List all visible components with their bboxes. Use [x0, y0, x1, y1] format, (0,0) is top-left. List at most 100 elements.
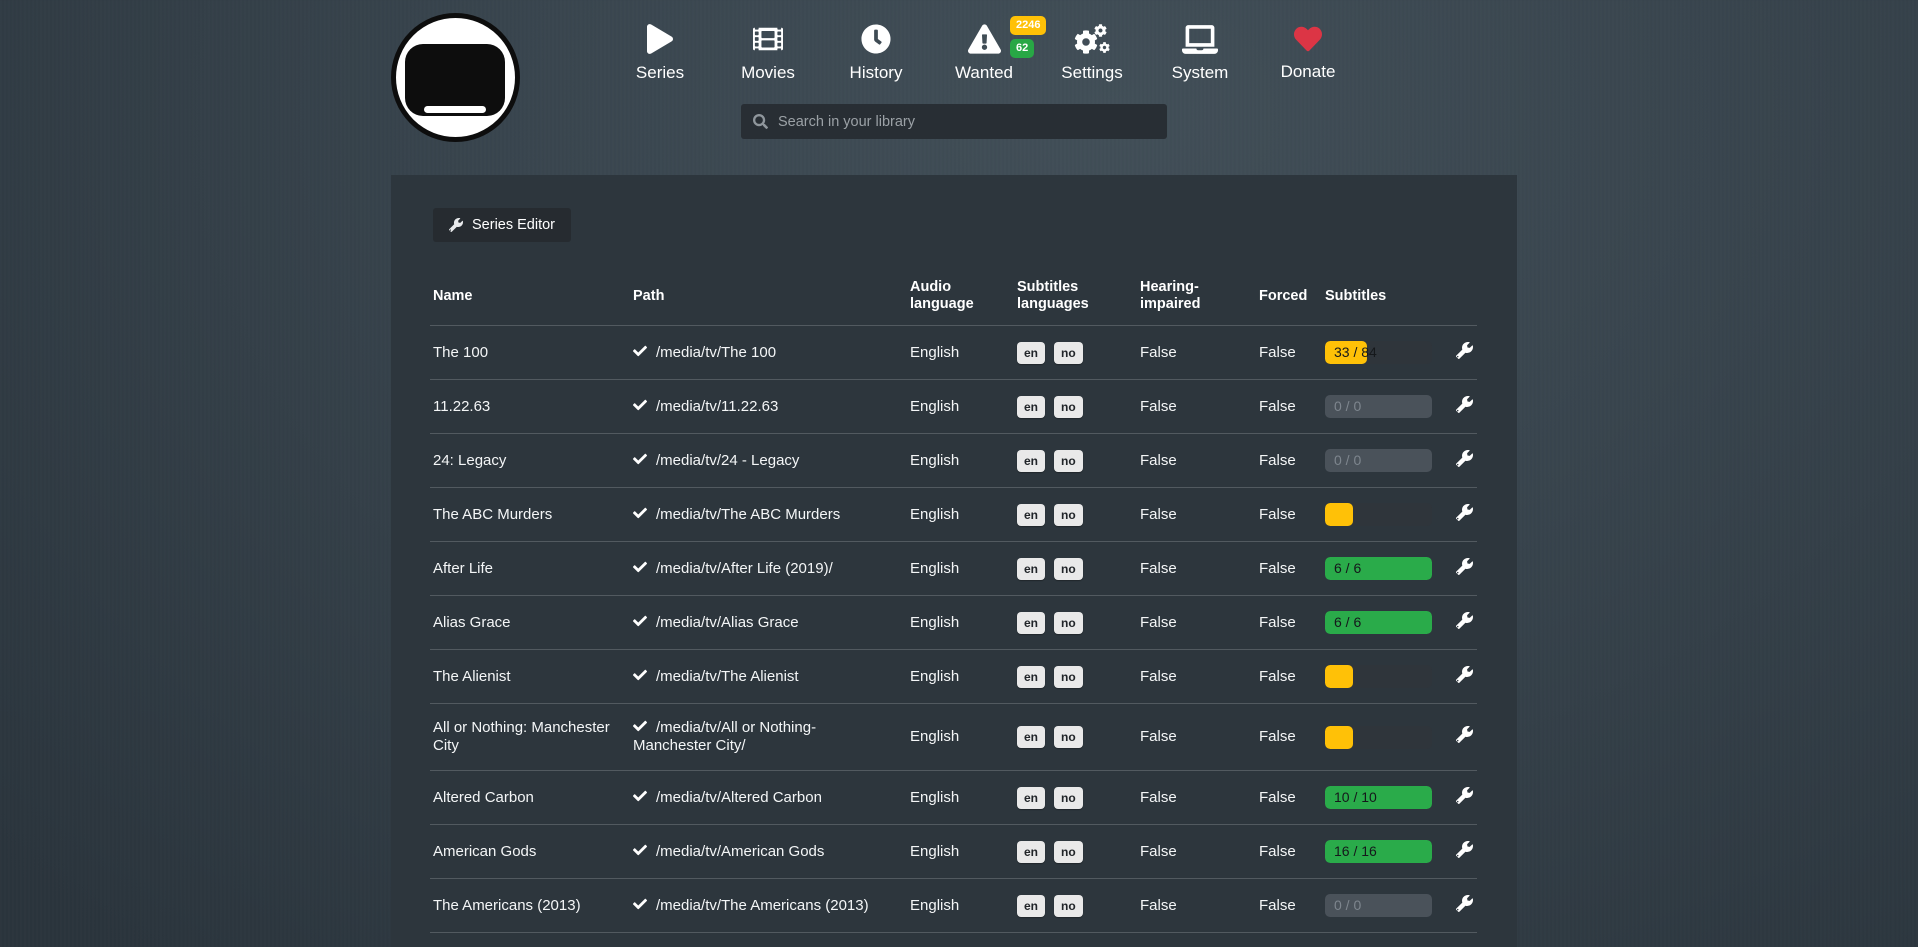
edit-wrench-icon[interactable]: [1456, 895, 1473, 912]
header-forced: Forced: [1256, 275, 1322, 326]
edit-wrench-icon[interactable]: [1456, 504, 1473, 521]
audio-language: English: [907, 488, 1014, 542]
nav-item-movies[interactable]: Movies: [714, 22, 822, 83]
table-row[interactable]: Alias Grace /media/tv/Alias Grace Englis…: [430, 596, 1477, 650]
check-icon: [633, 719, 647, 733]
series-name: The Americans (2013): [430, 879, 630, 933]
logo-tv-shape: [405, 44, 505, 116]
audio-language: English: [907, 933, 1014, 947]
language-badge: en: [1017, 450, 1045, 472]
nav-item-settings[interactable]: Settings: [1038, 22, 1146, 83]
hearing-impaired-value: False: [1137, 542, 1256, 596]
edit-wrench-icon[interactable]: [1456, 342, 1473, 359]
header-subtitles-languages: Subtitles languages: [1014, 275, 1137, 326]
subtitles-progress-fill: [1325, 665, 1353, 688]
table-row[interactable]: The Americans (2013) /media/tv/The Ameri…: [430, 879, 1477, 933]
language-badge: en: [1017, 396, 1045, 418]
table-row[interactable]: Altered Carbon /media/tv/Altered Carbon …: [430, 771, 1477, 825]
table-row[interactable]: The Alienist /media/tv/The Alienist Engl…: [430, 650, 1477, 704]
edit-wrench-icon[interactable]: [1456, 558, 1473, 575]
series-editor-button[interactable]: Series Editor: [433, 208, 571, 242]
check-icon: [633, 897, 647, 911]
subtitles-progress-label: 0 / 0: [1334, 449, 1361, 472]
nav-item-history[interactable]: History: [822, 22, 930, 83]
table-row[interactable]: 24: Legacy /media/tv/24 - Legacy English…: [430, 434, 1477, 488]
main-nav: Series Movies History Wanted 2246 62 Set…: [606, 22, 1362, 83]
warning-triangle-icon: [968, 22, 1001, 56]
table-row[interactable]: Another Life (2019) /media/tv/Another Li…: [430, 933, 1477, 947]
edit-wrench-icon[interactable]: [1456, 666, 1473, 683]
subtitles-progress-label: 6 / 6: [1334, 611, 1361, 634]
language-badge: no: [1054, 612, 1083, 634]
audio-language: English: [907, 380, 1014, 434]
edit-wrench-icon[interactable]: [1456, 396, 1473, 413]
edit-wrench-icon[interactable]: [1456, 726, 1473, 743]
edit-wrench-icon[interactable]: [1456, 841, 1473, 858]
search-input[interactable]: [778, 114, 1155, 130]
audio-language: English: [907, 879, 1014, 933]
nav-label: History: [822, 63, 930, 83]
subtitle-language-badges: enno: [1014, 488, 1137, 542]
audio-language: English: [907, 704, 1014, 771]
language-badge: no: [1054, 787, 1083, 809]
check-icon: [633, 452, 647, 466]
subtitles-progress-label: 16 / 16: [1334, 840, 1377, 863]
edit-wrench-icon[interactable]: [1456, 450, 1473, 467]
nav-item-wanted[interactable]: Wanted 2246 62: [930, 22, 1038, 83]
forced-value: False: [1256, 596, 1322, 650]
series-name: American Gods: [430, 825, 630, 879]
table-row[interactable]: After Life /media/tv/After Life (2019)/ …: [430, 542, 1477, 596]
language-badge: no: [1054, 726, 1083, 748]
nav-label: Settings: [1038, 63, 1146, 83]
forced-value: False: [1256, 488, 1322, 542]
table-row[interactable]: The 100 /media/tv/The 100 English enno F…: [430, 326, 1477, 380]
bazarr-logo[interactable]: [391, 13, 520, 142]
nav-item-series[interactable]: Series: [606, 22, 714, 83]
check-icon: [633, 560, 647, 574]
language-badge: no: [1054, 841, 1083, 863]
check-icon: [633, 843, 647, 857]
table-header-row: Name Path Audio language Subtitles langu…: [430, 275, 1477, 326]
play-icon: [647, 22, 673, 56]
hearing-impaired-value: False: [1137, 596, 1256, 650]
series-path: /media/tv/Alias Grace: [656, 614, 799, 631]
series-editor-label: Series Editor: [472, 217, 555, 233]
language-badge: en: [1017, 726, 1045, 748]
subtitles-progress: 6 / 6: [1325, 611, 1432, 634]
edit-wrench-icon[interactable]: [1456, 787, 1473, 804]
header-audio-language: Audio language: [907, 275, 1014, 326]
hearing-impaired-value: False: [1137, 380, 1256, 434]
language-badge: no: [1054, 450, 1083, 472]
subtitles-progress-label: 10 / 10: [1334, 786, 1377, 809]
edit-wrench-icon[interactable]: [1456, 612, 1473, 629]
language-badge: no: [1054, 342, 1083, 364]
hearing-impaired-value: False: [1137, 771, 1256, 825]
series-name: 11.22.63: [430, 380, 630, 434]
nav-item-donate[interactable]: Donate: [1254, 22, 1362, 83]
nav-label: Series: [606, 63, 714, 83]
nav-item-system[interactable]: System: [1146, 22, 1254, 83]
audio-language: English: [907, 825, 1014, 879]
table-row[interactable]: American Gods /media/tv/American Gods En…: [430, 825, 1477, 879]
subtitle-language-badges: enno: [1014, 326, 1137, 380]
table-row[interactable]: 11.22.63 /media/tv/11.22.63 English enno…: [430, 380, 1477, 434]
language-badge: no: [1054, 396, 1083, 418]
series-name: The Alienist: [430, 650, 630, 704]
series-path: /media/tv/The ABC Murders: [656, 506, 840, 523]
forced-value: False: [1256, 704, 1322, 771]
series-name: 24: Legacy: [430, 434, 630, 488]
forced-value: False: [1256, 434, 1322, 488]
subtitle-language-badges: enno: [1014, 933, 1137, 947]
forced-value: False: [1256, 542, 1322, 596]
table-row[interactable]: The ABC Murders /media/tv/The ABC Murder…: [430, 488, 1477, 542]
search-icon: [753, 114, 768, 129]
laptop-icon: [1182, 22, 1218, 56]
series-path: /media/tv/The Alienist: [656, 668, 799, 685]
language-badge: no: [1054, 558, 1083, 580]
subtitles-progress: 6 / 6: [1325, 557, 1432, 580]
audio-language: English: [907, 326, 1014, 380]
header-name: Name: [430, 275, 630, 326]
table-row[interactable]: All or Nothing: Manchester City /media/t…: [430, 704, 1477, 771]
library-search: [741, 104, 1167, 139]
check-icon: [633, 344, 647, 358]
